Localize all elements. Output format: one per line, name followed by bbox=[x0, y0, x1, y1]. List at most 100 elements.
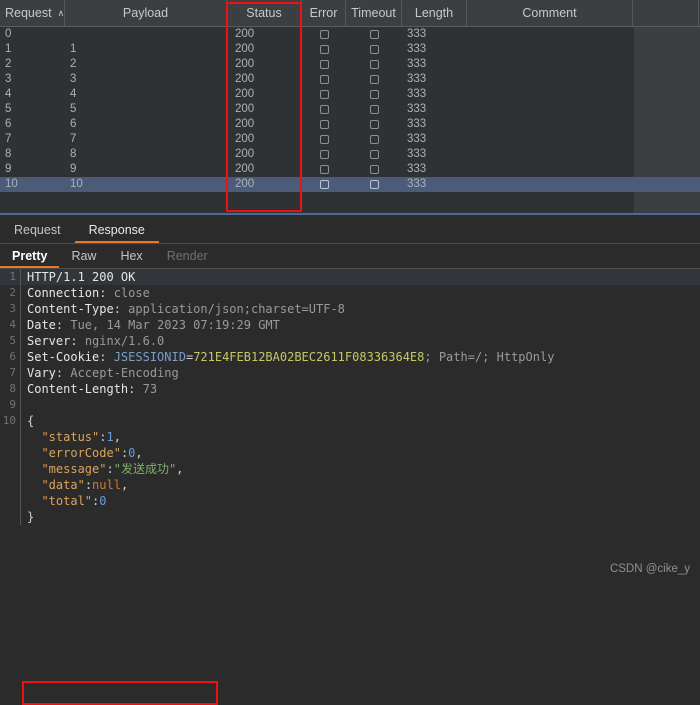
cell-status: 200 bbox=[235, 58, 255, 70]
line-number bbox=[0, 461, 21, 477]
cell-error-checkbox[interactable] bbox=[302, 147, 346, 162]
checkbox-icon[interactable] bbox=[369, 135, 379, 144]
checkbox-icon[interactable] bbox=[319, 120, 329, 129]
table-row[interactable]: 2 2 200 333 bbox=[0, 57, 700, 72]
column-header-payload[interactable]: Payload bbox=[65, 0, 227, 26]
checkbox-icon[interactable] bbox=[319, 135, 329, 144]
cell-timeout-checkbox[interactable] bbox=[346, 87, 402, 102]
checkbox-icon[interactable] bbox=[369, 30, 379, 39]
cell-timeout-checkbox[interactable] bbox=[346, 147, 402, 162]
cell-timeout-checkbox[interactable] bbox=[346, 102, 402, 117]
checkbox-icon[interactable] bbox=[369, 90, 379, 99]
table-row[interactable]: 10 10 200 333 bbox=[0, 177, 700, 192]
column-header-length[interactable]: Length bbox=[402, 0, 467, 26]
tab-raw[interactable]: Raw bbox=[59, 244, 108, 268]
response-line: 1 HTTP/1.1 200 OK bbox=[0, 269, 700, 285]
response-line: 4 Date: Tue, 14 Mar 2023 07:19:29 GMT bbox=[0, 317, 700, 333]
checkbox-icon[interactable] bbox=[319, 60, 329, 69]
line-number bbox=[0, 429, 21, 445]
tab-response[interactable]: Response bbox=[74, 218, 159, 243]
cell-request: 6 bbox=[5, 118, 12, 130]
column-header-status[interactable]: Status bbox=[227, 0, 302, 26]
table-row[interactable]: 3 3 200 333 bbox=[0, 72, 700, 87]
checkbox-icon[interactable] bbox=[319, 150, 329, 159]
checkbox-icon[interactable] bbox=[319, 75, 329, 84]
table-row[interactable]: 6 6 200 333 bbox=[0, 117, 700, 132]
column-header-error[interactable]: Error bbox=[302, 0, 346, 26]
tab-raw-label: Raw bbox=[71, 249, 97, 263]
response-code-view[interactable]: 1 HTTP/1.1 200 OK 2 Connection: close 3 Conte… bbox=[0, 269, 700, 581]
checkbox-icon[interactable] bbox=[369, 165, 379, 174]
cell-error-checkbox[interactable] bbox=[302, 162, 346, 177]
checkbox-icon[interactable] bbox=[319, 180, 329, 189]
table-row[interactable]: 0 200 333 bbox=[0, 27, 700, 42]
cell-error-checkbox[interactable] bbox=[302, 177, 346, 192]
tab-pretty-label: Pretty bbox=[12, 249, 48, 263]
cell-request: 9 bbox=[5, 163, 12, 175]
cell-timeout-checkbox[interactable] bbox=[346, 42, 402, 57]
checkbox-icon[interactable] bbox=[319, 165, 329, 174]
checkbox-icon[interactable] bbox=[369, 120, 379, 129]
cell-timeout-checkbox[interactable] bbox=[346, 57, 402, 72]
column-header-error-label: Error bbox=[309, 6, 338, 20]
tab-request[interactable]: Request bbox=[0, 218, 75, 243]
cell-payload: 4 bbox=[70, 88, 77, 100]
cell-length: 333 bbox=[407, 103, 427, 115]
results-table-body[interactable]: 0 200 333 1 1 200 333 2 2 200 333 3 3 200 333 4 4 200 333 5… bbox=[0, 27, 700, 192]
response-line-text: "data":null, bbox=[41, 478, 129, 492]
cell-error-checkbox[interactable] bbox=[302, 87, 346, 102]
cell-timeout-checkbox[interactable] bbox=[346, 177, 402, 192]
cell-timeout-checkbox[interactable] bbox=[346, 132, 402, 147]
checkbox-icon[interactable] bbox=[369, 105, 379, 114]
cell-length: 333 bbox=[407, 163, 427, 175]
cell-error-checkbox[interactable] bbox=[302, 27, 346, 42]
cell-error-checkbox[interactable] bbox=[302, 57, 346, 72]
checkbox-icon[interactable] bbox=[319, 105, 329, 114]
response-line: 3 Content-Type: application/json;charset=… bbox=[0, 301, 700, 317]
cell-error-checkbox[interactable] bbox=[302, 72, 346, 87]
checkbox-icon[interactable] bbox=[319, 45, 329, 54]
column-header-request[interactable]: Request ∧ bbox=[0, 0, 65, 26]
cell-payload: 6 bbox=[70, 118, 77, 130]
cell-error-checkbox[interactable] bbox=[302, 42, 346, 57]
checkbox-icon[interactable] bbox=[369, 75, 379, 84]
table-row[interactable]: 4 4 200 333 bbox=[0, 87, 700, 102]
tab-hex[interactable]: Hex bbox=[108, 244, 154, 268]
cell-status: 200 bbox=[235, 28, 255, 40]
cell-comment bbox=[467, 57, 633, 72]
checkbox-icon[interactable] bbox=[369, 60, 379, 69]
checkbox-icon[interactable] bbox=[319, 90, 329, 99]
table-row[interactable]: 1 1 200 333 bbox=[0, 42, 700, 57]
response-line: "errorCode":0, bbox=[0, 445, 700, 461]
response-line: "status":1, bbox=[0, 429, 700, 445]
cell-status: 200 bbox=[235, 103, 255, 115]
column-header-comment-label: Comment bbox=[522, 6, 577, 20]
cell-error-checkbox[interactable] bbox=[302, 132, 346, 147]
cell-timeout-checkbox[interactable] bbox=[346, 27, 402, 42]
checkbox-icon[interactable] bbox=[369, 150, 379, 159]
tab-pretty[interactable]: Pretty bbox=[0, 244, 60, 268]
table-row[interactable]: 5 5 200 333 bbox=[0, 102, 700, 117]
cell-error-checkbox[interactable] bbox=[302, 102, 346, 117]
checkbox-icon[interactable] bbox=[319, 30, 329, 39]
cell-length: 333 bbox=[407, 133, 427, 145]
cell-timeout-checkbox[interactable] bbox=[346, 117, 402, 132]
response-line: "data":null, bbox=[0, 477, 700, 493]
column-header-comment[interactable]: Comment bbox=[467, 0, 633, 26]
cell-error-checkbox[interactable] bbox=[302, 117, 346, 132]
checkbox-icon[interactable] bbox=[369, 180, 379, 189]
table-row[interactable]: 7 7 200 333 bbox=[0, 132, 700, 147]
column-header-payload-label: Payload bbox=[122, 6, 169, 20]
response-line: 6 Set-Cookie: JSESSIONID=721E4FEB12BA02BE… bbox=[0, 349, 700, 365]
cell-timeout-checkbox[interactable] bbox=[346, 162, 402, 177]
line-number: 4 bbox=[0, 317, 21, 333]
cell-filler bbox=[633, 72, 699, 87]
line-number bbox=[0, 509, 21, 525]
column-header-timeout[interactable]: Timeout bbox=[346, 0, 402, 26]
cell-timeout-checkbox[interactable] bbox=[346, 72, 402, 87]
checkbox-icon[interactable] bbox=[369, 45, 379, 54]
table-row[interactable]: 8 8 200 333 bbox=[0, 147, 700, 162]
table-row[interactable]: 9 9 200 333 bbox=[0, 162, 700, 177]
response-line-text: Content-Type: application/json;charset=U… bbox=[27, 302, 345, 316]
response-line: "total":0 bbox=[0, 493, 700, 509]
